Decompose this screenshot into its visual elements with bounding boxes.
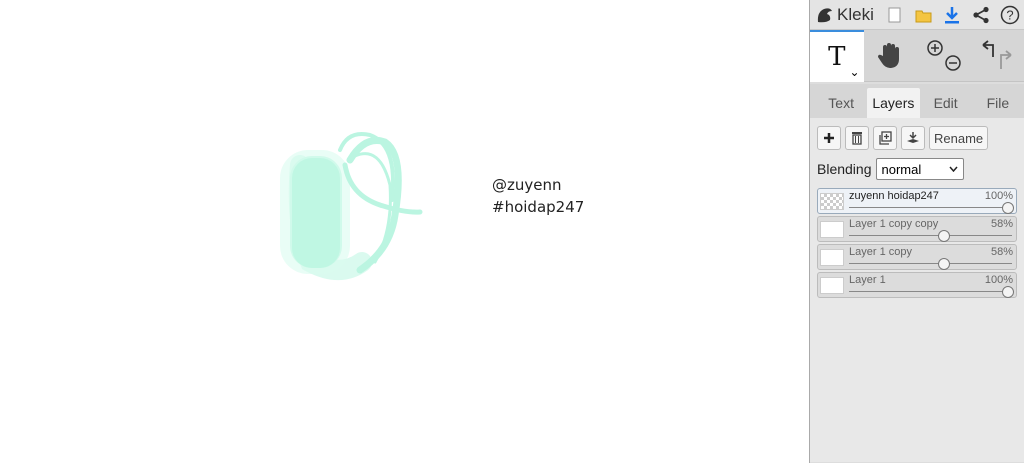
tab-bar: Text Layers Edit File: [810, 84, 1024, 118]
delete-layer-button[interactable]: [845, 126, 869, 150]
blending-select[interactable]: normal: [875, 158, 964, 180]
layer-opacity-value: 58%: [990, 246, 1013, 258]
layer-item[interactable]: Layer 1 copy 58%: [817, 244, 1017, 270]
new-file-button[interactable]: [881, 0, 910, 30]
layer-opacity-value: 58%: [990, 218, 1013, 230]
layer-actions: Rename: [817, 126, 1017, 150]
layer-name: Layer 1 copy: [849, 246, 912, 258]
top-bar: Kleki ?: [810, 0, 1024, 30]
layer-thumbnail: [820, 249, 844, 266]
svg-text:?: ?: [1006, 7, 1013, 22]
trash-icon: [852, 132, 862, 145]
canvas-text: @zuyenn #hoidap247: [492, 174, 584, 218]
layer-item[interactable]: Layer 1 100%: [817, 272, 1017, 298]
undo-redo-icon: [982, 40, 1012, 69]
blending-value: normal: [881, 161, 922, 177]
share-button[interactable]: [967, 0, 996, 30]
share-icon: [973, 6, 989, 23]
app-logo[interactable]: Kleki: [816, 5, 881, 25]
tool-row: T ⌄: [810, 30, 1024, 82]
opacity-slider-handle[interactable]: [937, 230, 950, 242]
layer-item[interactable]: Layer 1 copy copy 58%: [817, 216, 1017, 242]
merge-layer-button[interactable]: [901, 126, 925, 150]
layer-opacity-value: 100%: [984, 274, 1013, 286]
zoom-in-out-icon: [927, 40, 961, 71]
duplicate-icon: [879, 131, 892, 145]
canvas-text-line: #hoidap247: [492, 198, 585, 216]
open-file-button[interactable]: [910, 0, 939, 30]
sidebar: Kleki ? T ⌄ Text Layers Edit File Rename…: [809, 0, 1024, 463]
text-tool[interactable]: T ⌄: [810, 30, 864, 82]
zoom-controls[interactable]: [917, 30, 971, 82]
chevron-down-icon[interactable]: ⌄: [849, 65, 859, 79]
blending-label: Blending: [817, 161, 872, 177]
tab-layers[interactable]: Layers: [867, 88, 920, 118]
duplicate-layer-button[interactable]: [873, 126, 897, 150]
tab-text[interactable]: Text: [815, 88, 867, 118]
canvas-text-line: @zuyenn: [492, 176, 562, 194]
add-layer-button[interactable]: [817, 126, 841, 150]
open-folder-icon: [915, 10, 932, 22]
tab-file[interactable]: File: [972, 88, 1024, 118]
text-tool-glyph: T: [828, 42, 846, 72]
opacity-slider-track[interactable]: [849, 207, 1012, 208]
layer-thumbnail: [820, 277, 844, 294]
layer-thumbnail: [820, 221, 844, 238]
undo-redo-controls[interactable]: [971, 30, 1024, 82]
help-button[interactable]: ?: [995, 0, 1024, 30]
layers-panel: Rename Blending normal zuyenn hoidap247 …: [810, 118, 1024, 462]
tab-edit[interactable]: Edit: [920, 88, 972, 118]
layer-name: Layer 1 copy copy: [849, 218, 939, 230]
plus-icon: [824, 133, 834, 143]
opacity-slider-handle[interactable]: [1002, 202, 1014, 214]
rename-layer-button[interactable]: Rename: [929, 126, 989, 150]
layer-item[interactable]: zuyenn hoidap247 100%: [817, 188, 1017, 214]
hand-icon: [878, 43, 900, 68]
layer-thumbnail: [820, 193, 844, 210]
opacity-slider-track[interactable]: [849, 291, 1012, 292]
opacity-slider-track[interactable]: [849, 263, 1012, 264]
chevron-down-icon: [948, 166, 958, 172]
opacity-slider-handle[interactable]: [937, 258, 950, 270]
merge-down-icon: [907, 132, 919, 143]
layer-list: zuyenn hoidap247 100% Layer 1 copy copy …: [817, 188, 1017, 298]
opacity-slider-handle[interactable]: [1002, 286, 1014, 298]
opacity-slider-track[interactable]: [849, 235, 1012, 236]
blending-row: Blending normal: [817, 158, 1017, 180]
canvas-drawing: [280, 132, 423, 280]
kleki-logo-icon: [817, 7, 832, 22]
layer-name: zuyenn hoidap247: [849, 190, 939, 202]
drawing-canvas[interactable]: @zuyenn #hoidap247: [0, 0, 809, 463]
app-name: Kleki: [837, 4, 874, 24]
hand-tool[interactable]: [864, 30, 918, 82]
new-file-icon: [888, 7, 901, 22]
layer-opacity-value: 100%: [984, 190, 1013, 202]
download-icon: [945, 6, 960, 23]
help-icon: ?: [1000, 5, 1019, 24]
layer-name: Layer 1: [849, 274, 886, 286]
download-button[interactable]: [938, 0, 967, 30]
